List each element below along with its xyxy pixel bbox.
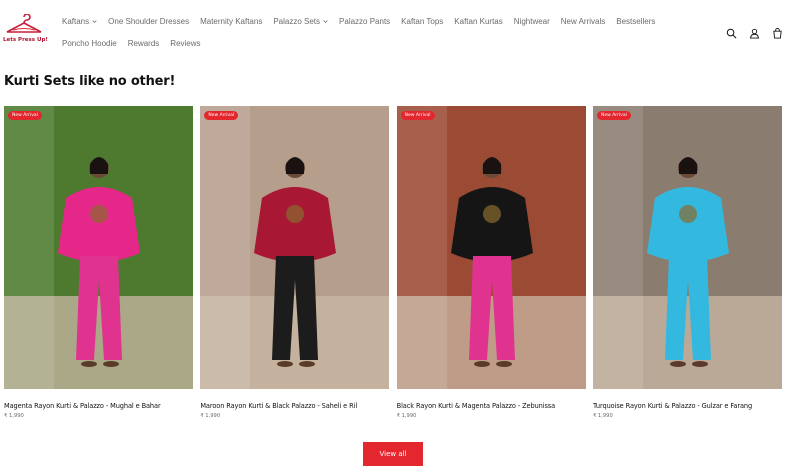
product-price: ₹ 1,990 xyxy=(592,413,613,419)
section-title: Kurti Sets like no other! xyxy=(4,74,176,89)
product-card[interactable]: New Arrival Black Rayon Kurti & Magenta P… xyxy=(396,106,586,419)
product-card[interactable]: New Arrival Maroon Rayon Kurti & Black Pa… xyxy=(200,106,390,419)
nav-item-reviews[interactable]: Reviews xyxy=(170,39,200,48)
nav-item-label: New Arrivals xyxy=(560,16,606,26)
nav-item-label: Kaftan Kurtas xyxy=(454,16,503,26)
account-icon[interactable] xyxy=(749,26,760,39)
product-price: ₹ 1,990 xyxy=(4,413,24,419)
product-price: ₹ 1,990 xyxy=(396,413,417,419)
view-all-button[interactable]: View all xyxy=(363,442,423,466)
nav-item-nightwear[interactable]: Nightwear xyxy=(514,17,550,26)
nav-item-label: Palazzo Sets xyxy=(273,16,321,26)
new-arrival-badge: New Arrival xyxy=(400,111,435,120)
product-title[interactable]: Maroon Rayon Kurti & Black Palazzo - Sah… xyxy=(200,402,389,410)
nav-item-label: Maternity Kaftans xyxy=(200,16,263,26)
nav-row-primary: Kaftans One Shoulder Dresses Maternity Kaf… xyxy=(62,10,702,32)
nav-item-one-shoulder-dresses[interactable]: One Shoulder Dresses xyxy=(108,17,189,26)
new-arrival-badge: New Arrival xyxy=(596,111,631,120)
nav-item-maternity-kaftans[interactable]: Maternity Kaftans xyxy=(200,17,262,26)
product-image[interactable]: New Arrival xyxy=(4,106,193,389)
product-grid: New Arrival Magenta Rayon Kurti & Palazzo… xyxy=(4,106,782,419)
product-card[interactable]: New Arrival Turquoise Rayon Kurti & Palaz… xyxy=(592,106,782,419)
hanger-icon xyxy=(6,13,42,33)
new-arrival-badge: New Arrival xyxy=(8,111,42,120)
product-title[interactable]: Magenta Rayon Kurti & Palazzo - Mughal e… xyxy=(4,402,193,410)
nav-row-secondary: Poncho Hoodie Rewards Reviews xyxy=(62,32,702,54)
main-navigation: Kaftans One Shoulder Dresses Maternity Kaf… xyxy=(62,10,702,54)
logo-wordmark: Lets Press Up! xyxy=(3,37,48,43)
nav-item-label: Kaftan Tops xyxy=(401,16,444,26)
product-image[interactable]: New Arrival xyxy=(396,106,586,389)
chevron-down-icon xyxy=(323,19,328,23)
brand-logo[interactable]: Lets Press Up! xyxy=(3,13,48,48)
product-title[interactable]: Black Rayon Kurti & Magenta Palazzo - Ze… xyxy=(397,402,586,410)
product-image[interactable]: New Arrival xyxy=(592,106,782,389)
nav-item-label: Kaftans xyxy=(62,16,90,26)
nav-item-label: Bestsellers xyxy=(616,16,656,26)
nav-item-label: One Shoulder Dresses xyxy=(108,16,190,26)
header-icons xyxy=(726,26,783,39)
product-card[interactable]: New Arrival Magenta Rayon Kurti & Palazzo… xyxy=(4,106,193,419)
nav-item-palazzo-pants[interactable]: Palazzo Pants xyxy=(339,17,390,26)
nav-item-rewards[interactable]: Rewards xyxy=(128,39,160,48)
cart-icon[interactable] xyxy=(772,26,783,39)
nav-item-kaftans[interactable]: Kaftans xyxy=(62,17,97,26)
new-arrival-badge: New Arrival xyxy=(204,111,239,120)
site-header: Lets Press Up! Kaftans One Shoulder Dress… xyxy=(0,0,791,62)
nav-item-poncho-hoodie[interactable]: Poncho Hoodie xyxy=(62,39,117,48)
product-title[interactable]: Turquoise Rayon Kurti & Palazzo - Gulzar… xyxy=(593,402,782,410)
nav-item-kaftan-kurtas[interactable]: Kaftan Kurtas xyxy=(454,17,502,26)
chevron-down-icon xyxy=(92,19,97,23)
nav-item-label: Palazzo Pants xyxy=(339,16,391,26)
nav-item-palazzo-sets[interactable]: Palazzo Sets xyxy=(273,17,328,26)
search-icon[interactable] xyxy=(726,26,737,39)
nav-item-kaftan-tops[interactable]: Kaftan Tops xyxy=(401,17,443,26)
nav-item-new-arrivals[interactable]: New Arrivals xyxy=(561,17,605,26)
product-price: ₹ 1,990 xyxy=(200,413,221,419)
nav-item-bestsellers[interactable]: Bestsellers xyxy=(616,17,655,26)
product-image[interactable]: New Arrival xyxy=(200,106,390,389)
nav-item-label: Nightwear xyxy=(513,16,550,26)
